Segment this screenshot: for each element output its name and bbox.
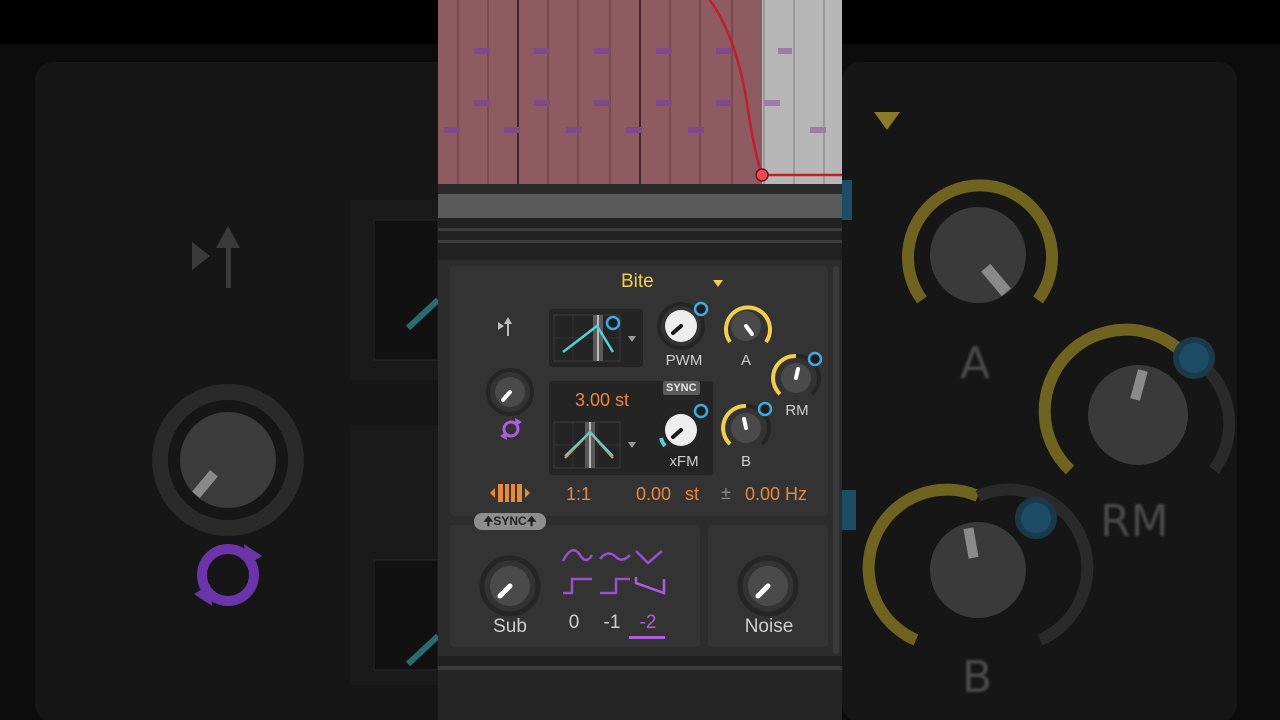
waveform-b-dropdown-icon[interactable] (628, 442, 636, 448)
device-view: Bite 3.00 st SYNC PWM A RM xFM B 1:1 0.0… (438, 0, 842, 720)
background-label-rm: RM (1100, 496, 1169, 547)
fine-tune-unit: st (685, 484, 700, 504)
sub-label: Sub (493, 616, 527, 637)
sub-octave-minus2[interactable]: -2 (636, 612, 660, 634)
xfm-label: xFM (669, 453, 699, 470)
keytrack-arrow-icon[interactable] (496, 316, 516, 338)
scrollbar[interactable] (833, 266, 839, 654)
fine-tune-value[interactable]: 0.00 (636, 484, 671, 505)
loop-icon[interactable] (498, 416, 524, 442)
a-label: A (740, 352, 751, 369)
background-right: A RM B (842, 0, 1280, 720)
noise-label: Noise (744, 616, 794, 637)
automation-lane[interactable] (438, 0, 842, 184)
pitch-value[interactable]: 3.00 st (575, 390, 629, 411)
pwm-knob[interactable] (653, 298, 713, 350)
xfm-knob[interactable] (653, 402, 713, 454)
sub-sync-label: SYNC (493, 514, 527, 528)
background-left (0, 0, 438, 720)
background-label-a: A (960, 338, 991, 389)
preset-name[interactable]: Bite (621, 271, 654, 293)
ratio-value[interactable]: 1:1 (566, 484, 591, 505)
sub-knob[interactable] (476, 552, 544, 620)
background-right-art (842, 112, 1236, 646)
background-label-b: B (962, 652, 993, 703)
sync-badge[interactable]: SYNC (663, 381, 700, 395)
selected-octave-indicator (629, 636, 665, 639)
detune-knob[interactable] (484, 366, 536, 418)
b-label: B (740, 453, 751, 470)
a-knob[interactable] (718, 298, 774, 350)
keyboard-tracking-icon[interactable] (490, 482, 530, 504)
rm-label: RM (785, 402, 809, 419)
plus-minus-symbol: ± (721, 483, 731, 503)
background-left-art (152, 200, 438, 685)
up-arrow-icon: 🠉 (483, 514, 494, 528)
hz-offset-value[interactable]: 0.00 Hz (745, 484, 807, 505)
up-arrow-icon: 🠉 (526, 514, 537, 528)
pwm-label: PWM (665, 352, 703, 369)
sub-shape-icons[interactable] (560, 545, 670, 601)
waveform-a-dropdown-icon[interactable] (628, 336, 636, 342)
preset-dropdown-icon[interactable] (713, 280, 723, 287)
sub-octave-minus1[interactable]: -1 (600, 612, 624, 634)
b-knob[interactable] (718, 400, 774, 454)
automation-grid (438, 0, 842, 184)
sub-octave-0[interactable]: 0 (566, 612, 582, 634)
noise-knob[interactable] (734, 552, 802, 620)
waveform-b-display (553, 421, 621, 469)
bottom-bar (438, 656, 842, 720)
rm-knob[interactable] (768, 350, 824, 404)
sub-sync-tab[interactable]: 🠉SYNC🠉 (474, 513, 546, 530)
